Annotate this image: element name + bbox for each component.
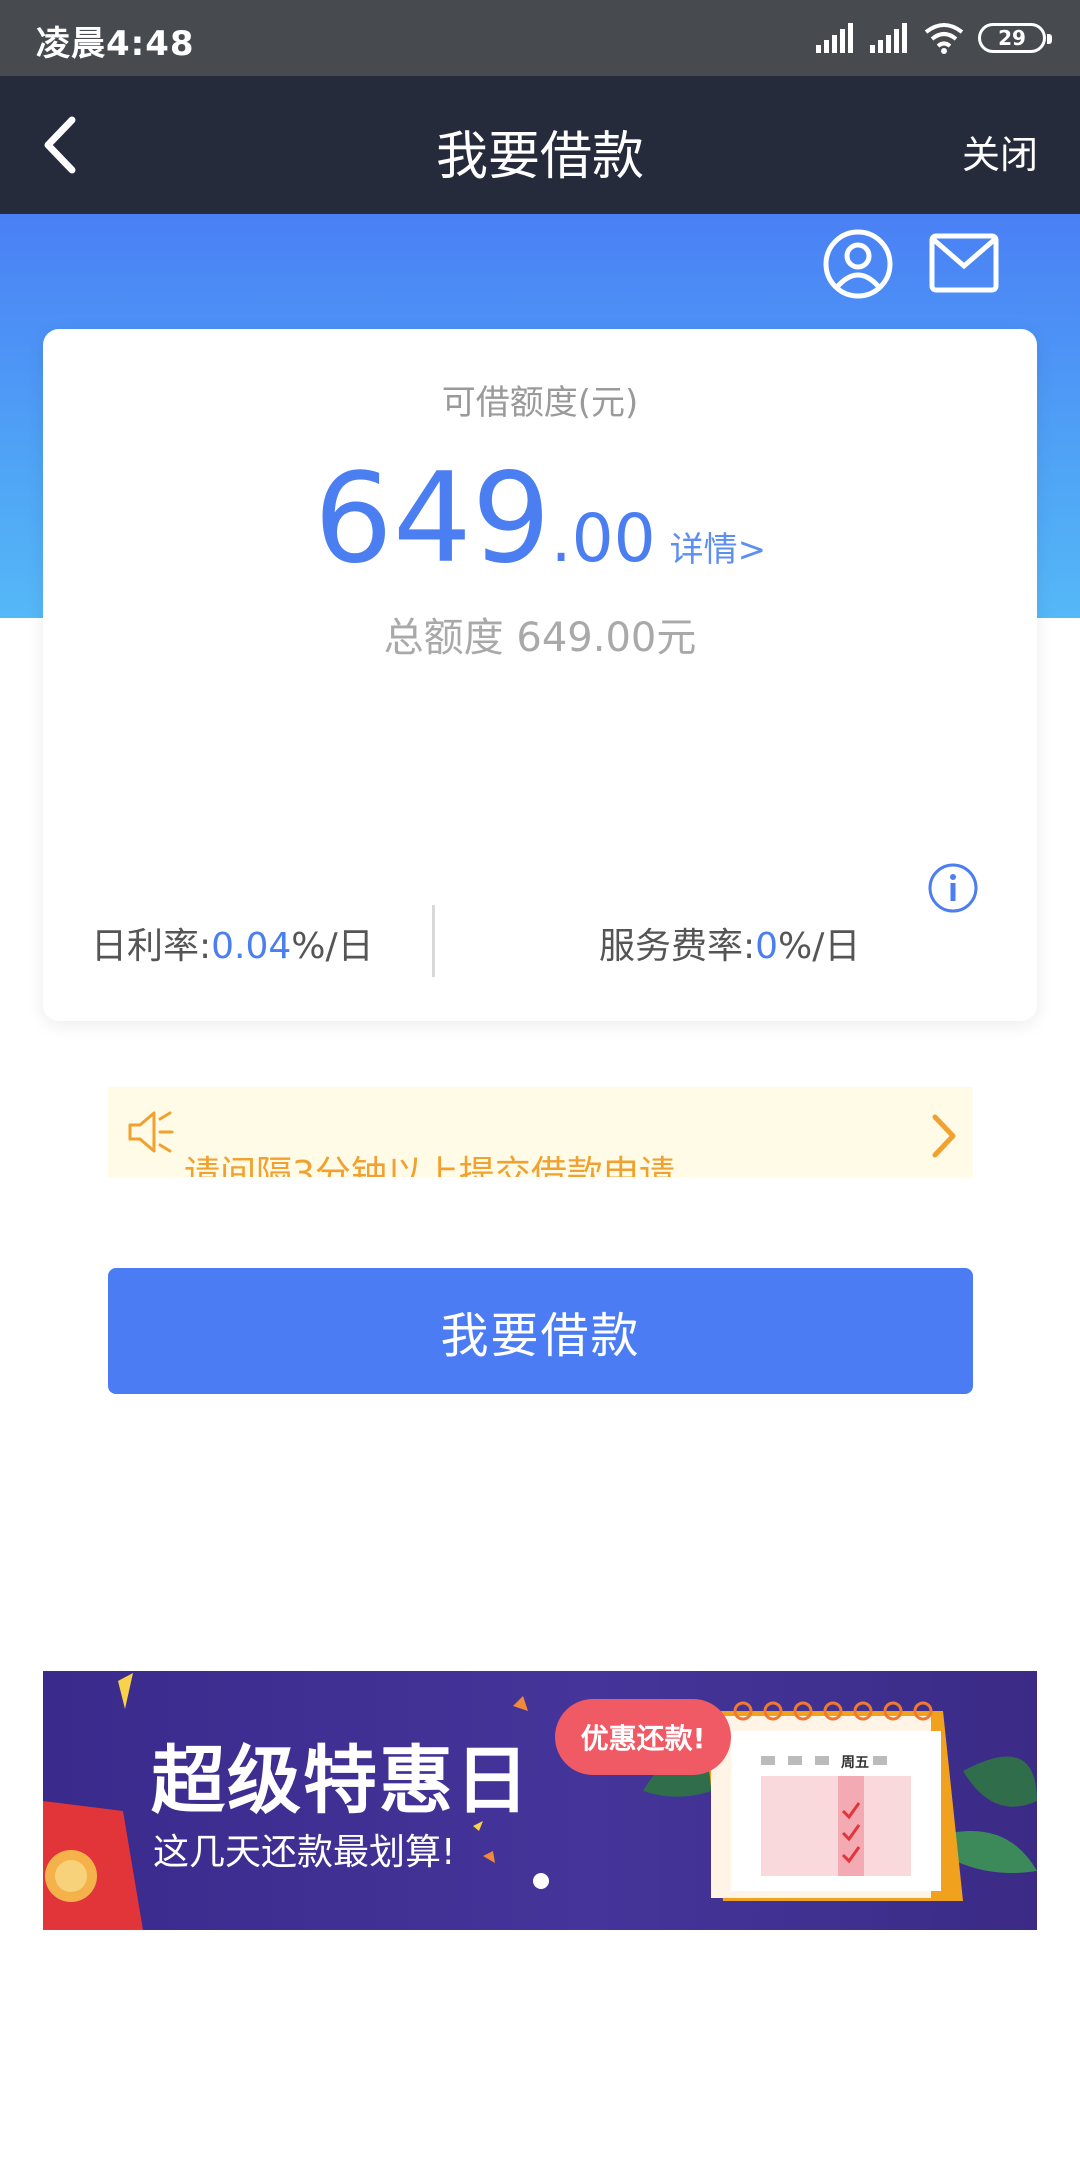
- chevron-right-icon[interactable]: [929, 1113, 959, 1159]
- page-title: 我要借款: [435, 127, 644, 187]
- service-rate-unit: %/日: [778, 926, 861, 967]
- daily-rate-unit: %/日: [291, 926, 374, 967]
- mail-icon[interactable]: [928, 232, 1000, 294]
- service-rate: 服务费率:0%/日: [599, 917, 860, 969]
- total-limit: 总额度 649.00元: [43, 605, 1037, 663]
- promo-banner[interactable]: 周五 超级特惠日 这几天还款最划算! 优惠还款!: [43, 1671, 1037, 1930]
- available-amount: 649.00 详情>: [43, 457, 1037, 581]
- battery-level: 29: [998, 26, 1026, 50]
- notice-text: 请间隔3分钟以上提交借款申请: [184, 1154, 675, 1177]
- status-icons: 29: [816, 18, 1052, 58]
- wifi-icon: [924, 23, 964, 54]
- amount-integer: 649: [313, 447, 551, 591]
- detail-link[interactable]: 详情>: [670, 530, 767, 570]
- banner-badge: 优惠还款!: [555, 1699, 731, 1775]
- user-icon[interactable]: [822, 228, 894, 300]
- daily-rate-value: 0.04: [211, 926, 292, 967]
- credit-card: 可借额度(元) 649.00 详情> 总额度 649.00元 日利率:0.04%/…: [43, 329, 1037, 1021]
- battery-icon: 29: [978, 23, 1052, 53]
- notice-bar[interactable]: 请间隔3分钟以上提交借款申请: [108, 1087, 973, 1177]
- banner-title: 超级特惠日: [151, 1738, 531, 1824]
- status-time: 凌晨4:48: [36, 24, 195, 64]
- daily-rate-label: 日利率:: [91, 926, 212, 967]
- service-rate-label: 服务费率:: [599, 926, 756, 967]
- total-limit-label: 总额度: [383, 615, 504, 661]
- carousel-indicator[interactable]: [533, 1873, 549, 1889]
- daily-rate: 日利率:0.04%/日: [91, 917, 374, 969]
- total-limit-value: 649.00元: [516, 615, 697, 661]
- nav-bar: 我要借款 关闭: [0, 76, 1080, 214]
- amount-decimal: .00: [550, 500, 656, 577]
- signal-icon: [816, 23, 853, 53]
- info-icon[interactable]: [927, 862, 979, 914]
- status-bar: 凌晨4:48 29: [0, 0, 1080, 76]
- calendar-day-label: 周五: [841, 1755, 869, 1771]
- close-button[interactable]: 关闭: [962, 124, 1038, 179]
- borrow-button[interactable]: 我要借款: [108, 1268, 973, 1394]
- signal-icon-2: [870, 23, 907, 53]
- service-rate-value: 0: [755, 926, 779, 967]
- banner-subtitle: 这几天还款最划算!: [153, 1832, 456, 1873]
- speaker-icon: [128, 1111, 174, 1153]
- available-limit-label: 可借额度(元): [441, 383, 639, 423]
- rate-divider: [432, 905, 435, 977]
